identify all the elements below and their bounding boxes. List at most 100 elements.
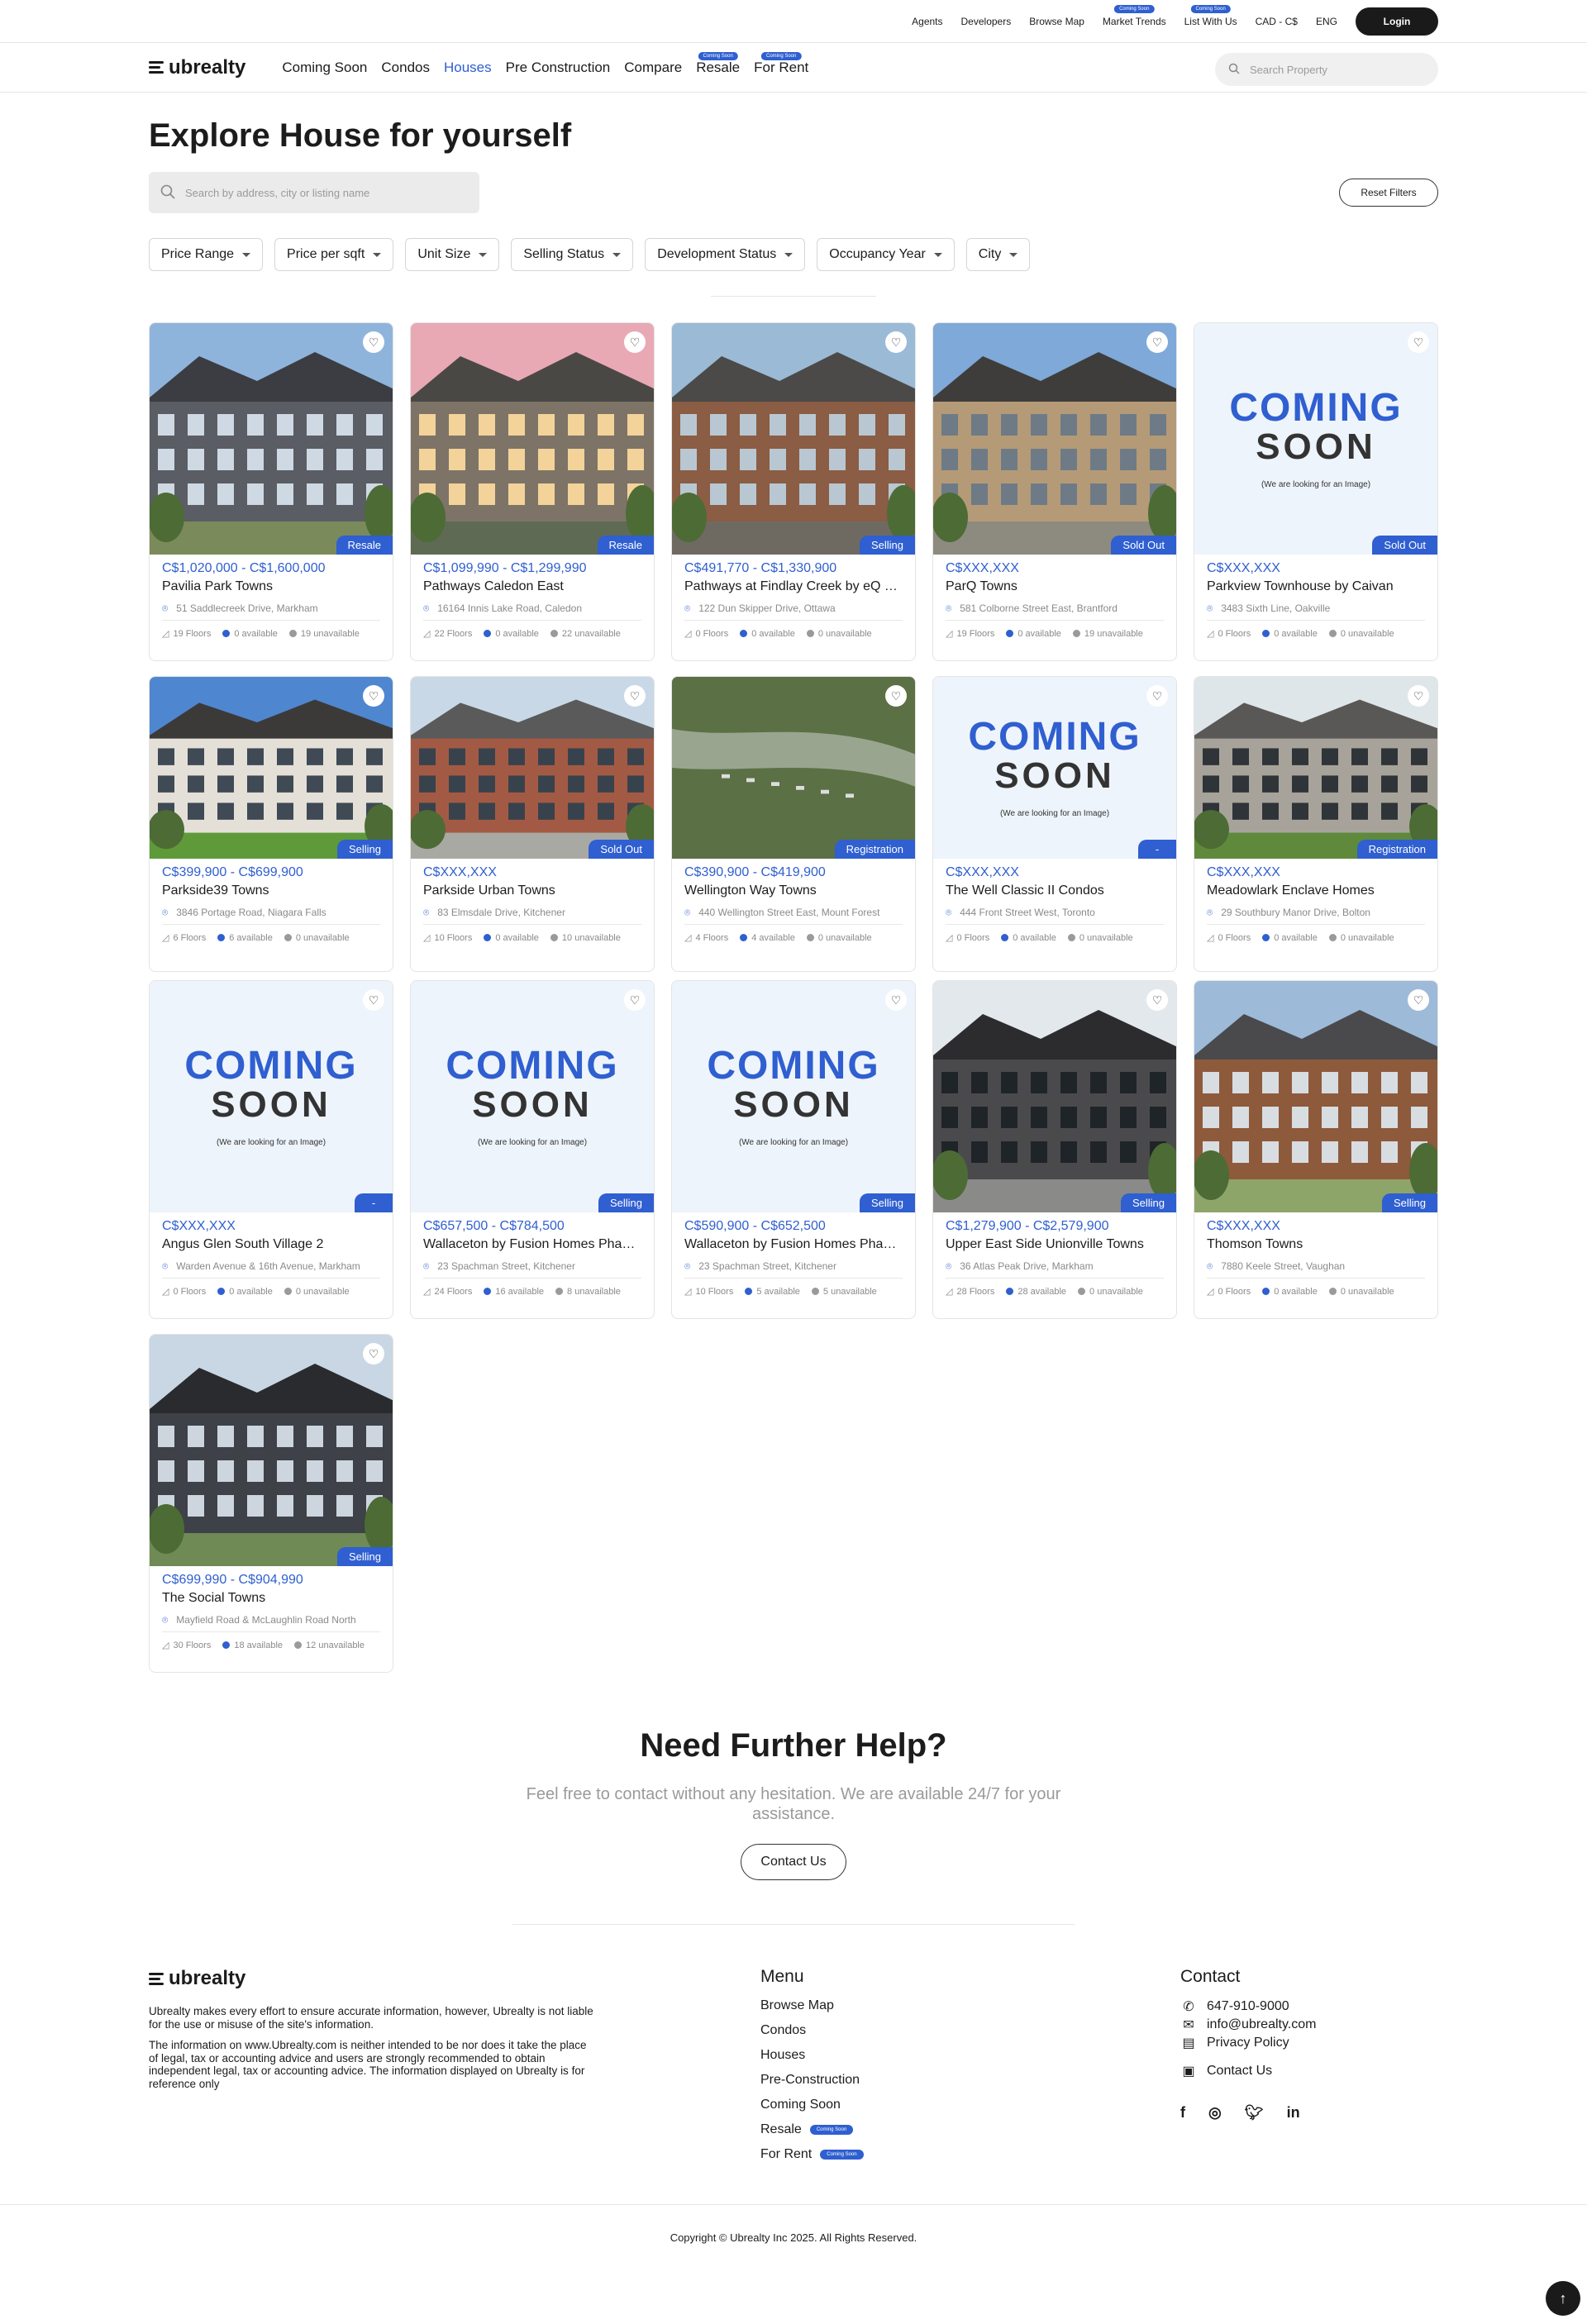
listing-image[interactable]: ♡ Selling — [150, 1335, 393, 1566]
filter-dropdown-city[interactable]: City — [965, 238, 1031, 271]
footer-menu-link-pre-construction[interactable]: Pre-Construction — [760, 2073, 864, 2088]
topbar-link-agents[interactable]: Agents — [912, 16, 942, 27]
listing-image[interactable]: ♡ Selling — [1194, 981, 1437, 1212]
listing-image[interactable]: ♡ Registration — [672, 677, 915, 859]
favorite-heart-icon[interactable]: ♡ — [624, 685, 646, 707]
nav-link-compare[interactable]: Compare — [624, 60, 682, 76]
listing-card[interactable]: ♡ Sold Out C$XXX,XXX Parkside Urban Towns ⌾ 8… — [410, 676, 655, 972]
favorite-heart-icon[interactable]: ♡ — [885, 685, 907, 707]
email-link[interactable]: ✉ info@ubrealty.com — [1180, 2017, 1316, 2033]
listing-search-input[interactable]: Search by address, city or listing name — [149, 172, 479, 213]
listing-name[interactable]: Parkside Urban Towns — [423, 883, 641, 898]
listing-name[interactable]: Parkside39 Towns — [162, 883, 380, 898]
listing-image[interactable]: ♡ Resale — [150, 323, 393, 555]
favorite-heart-icon[interactable]: ♡ — [624, 989, 646, 1011]
favorite-heart-icon[interactable]: ♡ — [363, 685, 384, 707]
listing-name[interactable]: The Social Towns — [162, 1591, 380, 1606]
listing-card[interactable]: ♡ Selling C$XXX,XXX Thomson Towns ⌾ 7880 Keel… — [1194, 980, 1438, 1319]
favorite-heart-icon[interactable]: ♡ — [363, 331, 384, 353]
topbar-link-browse-map[interactable]: Browse Map — [1029, 16, 1084, 27]
favorite-heart-icon[interactable]: ♡ — [1146, 989, 1168, 1011]
listing-image[interactable]: COMING SOON (We are looking for an Image) ♡… — [150, 981, 393, 1212]
nav-link-coming-soon[interactable]: Coming Soon — [282, 60, 367, 76]
listing-card[interactable]: ♡ Selling C$699,990 - C$904,990 The Social … — [149, 1334, 393, 1673]
nav-link-resale[interactable]: Resale Coming Soon — [696, 51, 740, 76]
footer-logo[interactable]: ubrealty — [149, 1967, 245, 1990]
listing-name[interactable]: Pavilia Park Towns — [162, 579, 380, 594]
twitter-icon[interactable]: 🐦︎ — [1245, 2104, 1264, 2122]
listing-card[interactable]: ♡ Registration C$XXX,XXX Meadowlark Enclave… — [1194, 676, 1438, 972]
topbar-link-cad-c-[interactable]: CAD - C$ — [1256, 16, 1298, 27]
favorite-heart-icon[interactable]: ♡ — [1146, 685, 1168, 707]
filter-dropdown-selling-status[interactable]: Selling Status — [511, 238, 634, 271]
listing-image[interactable]: ♡ Selling — [150, 677, 393, 859]
listing-name[interactable]: Thomson Towns — [1207, 1237, 1425, 1252]
favorite-heart-icon[interactable]: ♡ — [885, 331, 907, 353]
listing-image[interactable]: ♡ Selling — [672, 323, 915, 555]
listing-image[interactable]: ♡ Registration — [1194, 677, 1437, 859]
topbar-link-market-trends[interactable]: Market Trends Coming Soon — [1103, 4, 1166, 27]
listing-card[interactable]: COMING SOON (We are looking for an Image) ♡… — [410, 980, 655, 1319]
privacy-link[interactable]: ▤ Privacy Policy — [1180, 2035, 1316, 2051]
filter-dropdown-occupancy-year[interactable]: Occupancy Year — [817, 238, 955, 271]
footer-menu-link-browse-map[interactable]: Browse Map — [760, 1998, 864, 2013]
listing-name[interactable]: ParQ Towns — [946, 579, 1164, 594]
contact-us-button[interactable]: Contact Us — [741, 1844, 846, 1880]
listing-card[interactable]: COMING SOON (We are looking for an Image) ♡… — [149, 980, 393, 1319]
nav-link-for-rent[interactable]: For Rent Coming Soon — [754, 51, 808, 76]
topbar-link-eng[interactable]: ENG — [1316, 16, 1337, 27]
footer-menu-link-coming-soon[interactable]: Coming Soon — [760, 2098, 864, 2112]
footer-menu-link-for-rent[interactable]: For Rent Coming Soon — [760, 2147, 864, 2162]
nav-link-houses[interactable]: Houses — [444, 60, 492, 76]
scroll-to-top-button[interactable]: ↑ — [1546, 2281, 1580, 2316]
nav-search-input[interactable]: Search Property — [1215, 53, 1438, 86]
listing-name[interactable]: The Well Classic II Condos — [946, 883, 1164, 898]
listing-card[interactable]: COMING SOON (We are looking for an Image) ♡… — [671, 980, 916, 1319]
nav-link-condos[interactable]: Condos — [381, 60, 430, 76]
listing-card[interactable]: ♡ Selling C$1,279,900 - C$2,579,900 Upper E… — [932, 980, 1177, 1319]
linkedin-icon[interactable]: in — [1287, 2104, 1300, 2122]
favorite-heart-icon[interactable]: ♡ — [363, 1343, 384, 1364]
footer-menu-link-condos[interactable]: Condos — [760, 2023, 864, 2038]
phone-link[interactable]: ✆ 647-910-9000 — [1180, 1998, 1316, 2015]
favorite-heart-icon[interactable]: ♡ — [624, 331, 646, 353]
nav-link-pre-construction[interactable]: Pre Construction — [506, 60, 611, 76]
listing-image[interactable]: ♡ Sold Out — [411, 677, 654, 859]
filter-dropdown-development-status[interactable]: Development Status — [645, 238, 806, 271]
listing-image[interactable]: ♡ Sold Out — [933, 323, 1176, 555]
favorite-heart-icon[interactable]: ♡ — [1146, 331, 1168, 353]
instagram-icon[interactable]: ◎ — [1208, 2104, 1222, 2122]
filter-dropdown-unit-size[interactable]: Unit Size — [405, 238, 500, 271]
listing-card[interactable]: ♡ Resale C$1,020,000 - C$1,600,000 Pavilia … — [149, 322, 393, 661]
listing-image[interactable]: ♡ Selling — [933, 981, 1176, 1212]
listing-card[interactable]: ♡ Selling C$491,770 - C$1,330,900 Pathways … — [671, 322, 916, 661]
favorite-heart-icon[interactable]: ♡ — [1408, 685, 1429, 707]
footer-menu-link-houses[interactable]: Houses — [760, 2048, 864, 2063]
login-button[interactable]: Login — [1356, 7, 1438, 36]
site-logo[interactable]: ubrealty — [149, 56, 245, 79]
contact-us-link[interactable]: ▣ Contact Us — [1180, 2063, 1316, 2079]
facebook-icon[interactable]: f — [1180, 2104, 1185, 2122]
listing-image[interactable]: COMING SOON (We are looking for an Image) ♡… — [411, 981, 654, 1212]
listing-image[interactable]: ♡ Resale — [411, 323, 654, 555]
topbar-link-list-with-us[interactable]: List With Us Coming Soon — [1184, 4, 1237, 27]
listing-name[interactable]: Wellington Way Towns — [684, 883, 903, 898]
listing-card[interactable]: ♡ Registration C$390,900 - C$419,900 Wellin… — [671, 676, 916, 972]
listing-name[interactable]: Wallaceton by Fusion Homes Phase 1 — [684, 1237, 903, 1252]
listing-image[interactable]: COMING SOON (We are looking for an Image) ♡… — [672, 981, 915, 1212]
topbar-link-developers[interactable]: Developers — [961, 16, 1012, 27]
listing-image[interactable]: COMING SOON (We are looking for an Image) ♡… — [933, 677, 1176, 859]
footer-menu-link-resale[interactable]: Resale Coming Soon — [760, 2122, 864, 2137]
favorite-heart-icon[interactable]: ♡ — [1408, 331, 1429, 353]
listing-image[interactable]: COMING SOON (We are looking for an Image) ♡… — [1194, 323, 1437, 555]
favorite-heart-icon[interactable]: ♡ — [885, 989, 907, 1011]
listing-name[interactable]: Wallaceton by Fusion Homes Phase 2 — [423, 1237, 641, 1252]
listing-name[interactable]: Parkview Townhouse by Caivan — [1207, 579, 1425, 594]
favorite-heart-icon[interactable]: ♡ — [1408, 989, 1429, 1011]
listing-card[interactable]: ♡ Sold Out C$XXX,XXX ParQ Towns ⌾ 581 Colborn… — [932, 322, 1177, 661]
reset-filters-button[interactable]: Reset Filters — [1339, 179, 1438, 207]
listing-name[interactable]: Angus Glen South Village 2 — [162, 1237, 380, 1252]
listing-card[interactable]: ♡ Selling C$399,900 - C$699,900 Parkside39 … — [149, 676, 393, 972]
listing-name[interactable]: Pathways Caledon East — [423, 579, 641, 594]
listing-name[interactable]: Meadowlark Enclave Homes — [1207, 883, 1425, 898]
